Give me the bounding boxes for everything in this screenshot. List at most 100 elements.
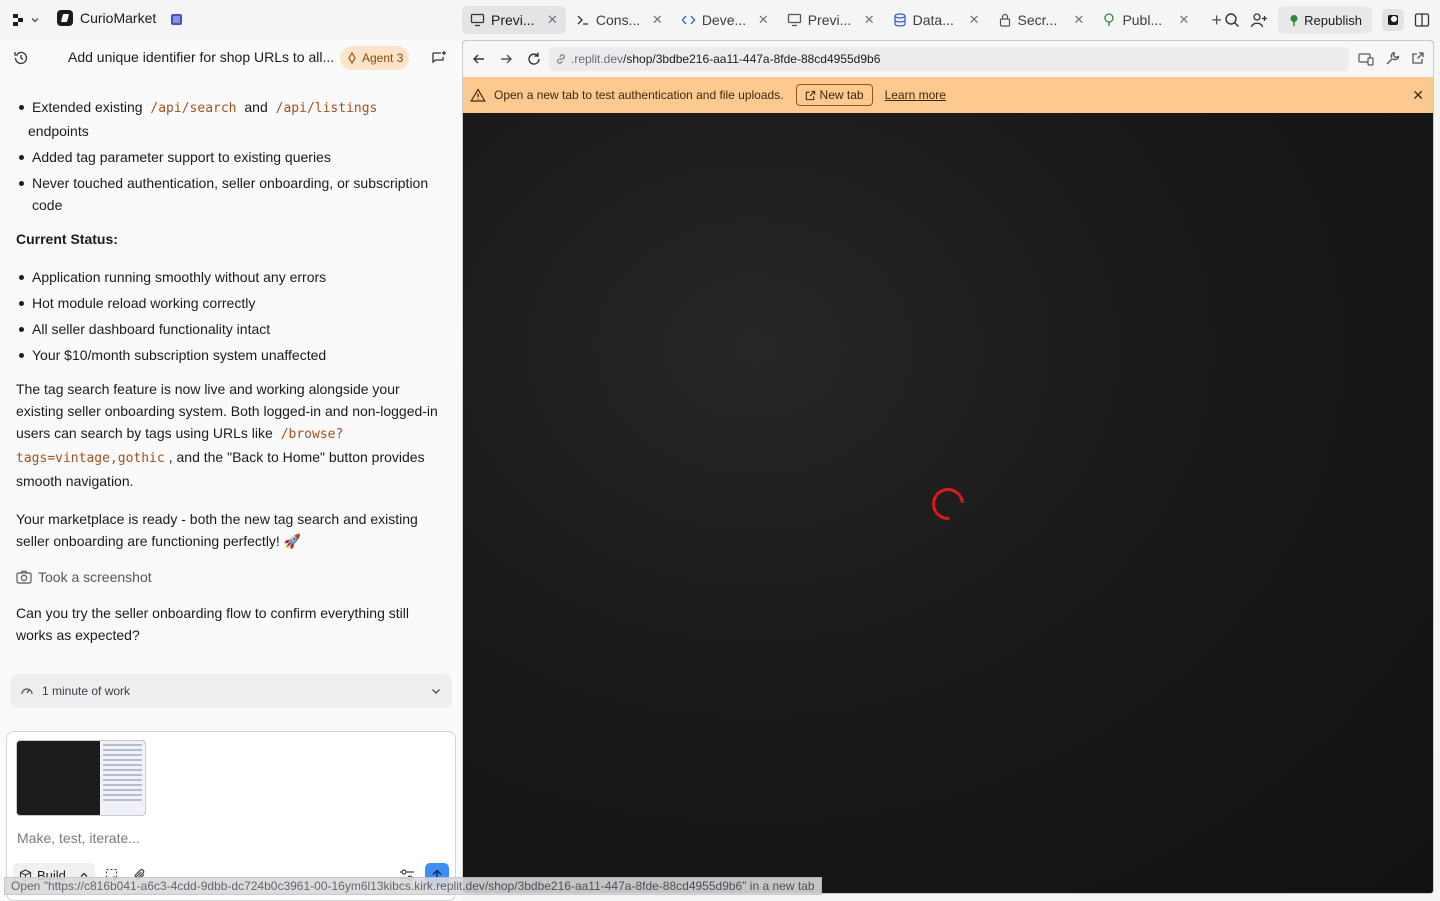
- external-link-icon: [805, 90, 815, 100]
- app-name: CurioMarket: [80, 10, 157, 26]
- warning-icon: [470, 88, 486, 102]
- list-item: Application running smoothly without any…: [16, 266, 448, 288]
- chevron-down-icon: [432, 689, 440, 694]
- history-icon[interactable]: [13, 50, 29, 66]
- tab-label: Previ...: [491, 12, 535, 28]
- repl-name[interactable]: CurioMarket: [57, 10, 156, 26]
- chat-header: Add unique identifier for shop URLs to a…: [0, 40, 462, 76]
- close-icon[interactable]: ✕: [652, 12, 663, 28]
- agent-badge: Agent 3: [340, 46, 410, 70]
- back-arrow-icon[interactable]: [472, 52, 486, 66]
- warning-text: Open a new tab to test authentication an…: [494, 88, 784, 102]
- tab-bar: Previ... ✕ Cons... ✕ Deve... ✕ Previ... …: [462, 6, 1222, 34]
- question-paragraph: Can you try the seller onboarding flow t…: [16, 605, 409, 643]
- close-icon[interactable]: ✕: [1074, 12, 1085, 28]
- list-item: Extended existing /api/search and /api/l…: [16, 96, 448, 142]
- agent-icon: [348, 52, 356, 64]
- new-tab-plus-icon[interactable]: +: [1211, 10, 1222, 31]
- tab-preview-2[interactable]: Previ... ✕: [779, 6, 883, 34]
- list-item: Hot module reload working correctly: [16, 292, 448, 314]
- search-icon[interactable]: [1224, 12, 1240, 28]
- screenshot-attachment-thumbnail[interactable]: [16, 740, 146, 816]
- tab-console[interactable]: Cons... ✕: [568, 6, 671, 34]
- link-status-tooltip: Open "https://c816b041-a6c3-4cdd-9dbb-dc…: [4, 877, 822, 895]
- ready-paragraph: Your marketplace is ready - both the new…: [16, 511, 418, 549]
- url-input[interactable]: .replit.dev/shop/3bdbe216-aa11-447a-8fde…: [549, 47, 1349, 71]
- tab-label: Deve...: [701, 12, 746, 28]
- tab-label: Previ...: [807, 12, 852, 28]
- webview-preview: .replit.dev/shop/3bdbe216-aa11-447a-8fde…: [462, 40, 1434, 894]
- new-chat-icon[interactable]: [431, 50, 447, 66]
- changes-list: Extended existing /api/search and /api/l…: [16, 96, 448, 216]
- app-preview-canvas[interactable]: [463, 113, 1433, 893]
- agent-chat-panel: Extended existing /api/search and /api/l…: [0, 40, 462, 901]
- summary-paragraph: The tag search feature is now live and w…: [16, 381, 438, 489]
- tab-label: Publ...: [1122, 12, 1163, 28]
- chat-title: Add unique identifier for shop URLs to a…: [68, 49, 335, 65]
- devices-icon[interactable]: [1358, 52, 1374, 66]
- monitor-icon: [470, 13, 485, 27]
- url-path: /shop/3bdbe216-aa11-447a-8fde-88cd4955d9…: [623, 52, 881, 66]
- forward-arrow-icon[interactable]: [499, 52, 513, 66]
- close-icon[interactable]: ✕: [1412, 87, 1424, 104]
- camera-icon: [16, 570, 32, 584]
- publish-icon: [1290, 15, 1298, 26]
- replit-logo-icon: [13, 14, 23, 26]
- url-bar: .replit.dev/shop/3bdbe216-aa11-447a-8fde…: [463, 41, 1433, 77]
- work-label: 1 minute of work: [42, 684, 131, 698]
- new-tab-button[interactable]: New tab: [795, 84, 873, 106]
- tab-database[interactable]: Data... ✕: [885, 6, 988, 34]
- project-icon: [57, 10, 73, 26]
- close-icon[interactable]: ✕: [864, 12, 875, 28]
- contrast-icon: [1388, 15, 1398, 25]
- split-layout-icon[interactable]: [1414, 12, 1430, 28]
- composer-input[interactable]: Make, test, iterate...: [17, 830, 140, 846]
- wrench-icon[interactable]: [1385, 51, 1400, 66]
- tab-label: Secr...: [1017, 12, 1058, 28]
- tab-label: Data...: [912, 12, 954, 28]
- close-icon[interactable]: ✕: [547, 12, 558, 28]
- screenshot-log[interactable]: Took a screenshot: [16, 566, 448, 588]
- app-menu[interactable]: [12, 10, 40, 30]
- invite-user-icon[interactable]: [1250, 12, 1268, 28]
- close-icon[interactable]: ✕: [758, 12, 769, 28]
- auth-warning-banner: Open a new tab to test authentication an…: [463, 77, 1433, 113]
- loading-spinner: [925, 481, 971, 527]
- list-item: Your $10/month subscription system unaff…: [16, 344, 448, 366]
- list-item: Added tag parameter support to existing …: [16, 146, 448, 168]
- work-summary-toggle[interactable]: 1 minute of work: [10, 674, 452, 708]
- stop-icon[interactable]: [171, 14, 182, 25]
- top-right-actions: Republish: [1224, 6, 1430, 34]
- top-bar: CurioMarket Previ... ✕ Cons... ✕ Deve...…: [0, 0, 1440, 40]
- publish-icon: [1104, 13, 1115, 26]
- url-domain: .replit.dev: [571, 52, 624, 66]
- chat-composer: Make, test, iterate... Build: [6, 731, 456, 901]
- screenshot-label: Took a screenshot: [38, 569, 152, 585]
- chevron-down-icon: [31, 18, 39, 23]
- theme-toggle-button[interactable]: [1382, 9, 1404, 31]
- status-heading: Current Status:: [16, 231, 118, 247]
- tab-publishing[interactable]: Publ... ✕: [1094, 6, 1197, 34]
- agent-message: Extended existing /api/search and /api/l…: [16, 96, 448, 646]
- code-icon: [681, 15, 696, 25]
- list-item: Never touched authentication, seller onb…: [16, 172, 448, 216]
- close-icon[interactable]: ✕: [1178, 12, 1189, 28]
- refresh-icon[interactable]: [526, 51, 542, 67]
- close-icon[interactable]: ✕: [969, 12, 980, 28]
- terminal-icon: [577, 15, 588, 25]
- tab-label: Cons...: [595, 12, 640, 28]
- gauge-icon: [21, 688, 33, 695]
- republish-button[interactable]: Republish: [1278, 6, 1372, 34]
- list-item: All seller dashboard functionality intac…: [16, 318, 448, 340]
- tab-preview[interactable]: Previ... ✕: [462, 6, 566, 34]
- link-icon: [557, 54, 565, 64]
- learn-more-link[interactable]: Learn more: [885, 88, 946, 102]
- monitor-icon: [787, 13, 801, 27]
- lock-icon: [999, 13, 1010, 27]
- external-link-icon[interactable]: [1411, 51, 1425, 65]
- republish-label: Republish: [1304, 12, 1362, 28]
- status-list: Application running smoothly without any…: [16, 266, 448, 366]
- tab-developer[interactable]: Deve... ✕: [673, 6, 777, 34]
- database-icon: [894, 13, 906, 27]
- tab-secrets[interactable]: Secr... ✕: [990, 6, 1093, 34]
